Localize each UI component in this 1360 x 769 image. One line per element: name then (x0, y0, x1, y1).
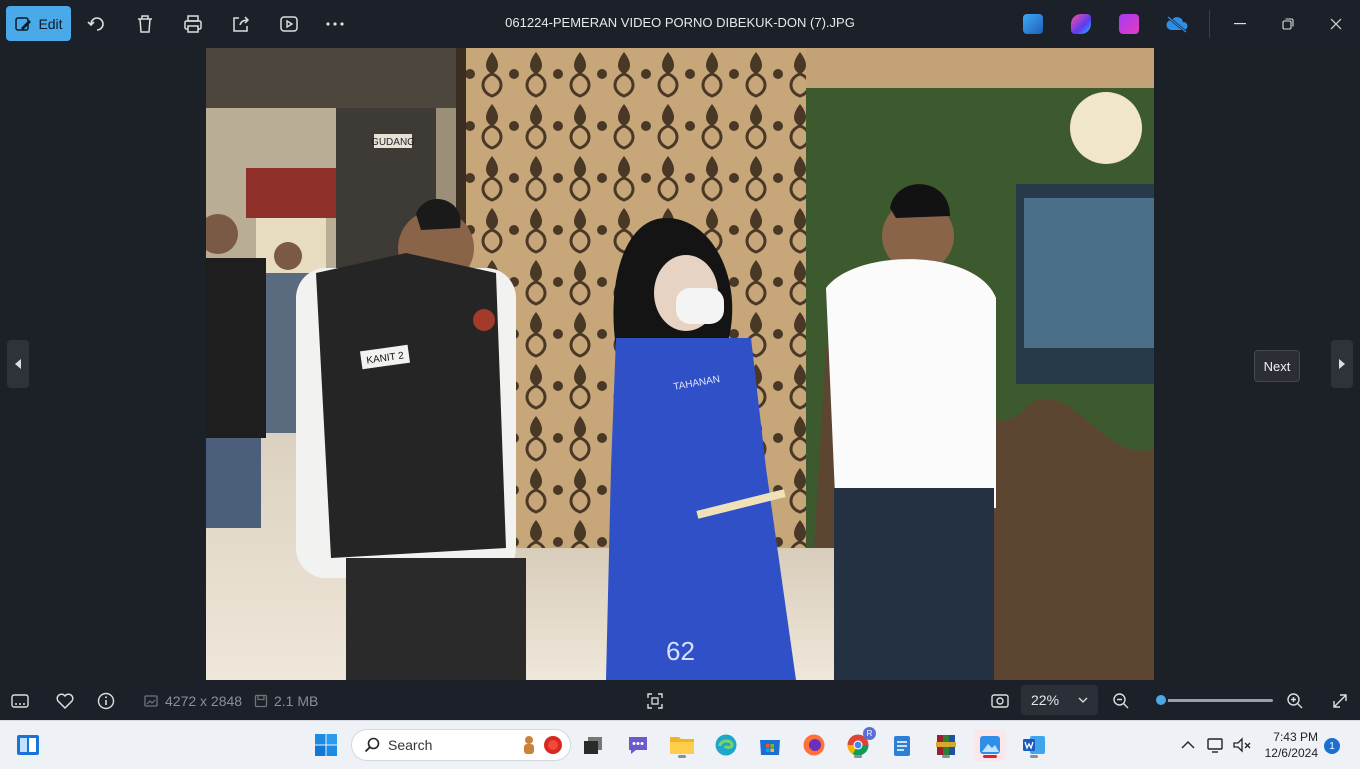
close-icon[interactable] (1324, 12, 1348, 36)
actual-size-icon[interactable] (990, 681, 1010, 720)
favorite-heart-icon[interactable] (55, 681, 75, 720)
full-screen-icon[interactable] (1331, 681, 1349, 720)
file-size: 2.1 MB (274, 692, 319, 709)
task-view-icon[interactable] (577, 729, 609, 761)
edit-button[interactable]: Edit (6, 6, 71, 41)
rotate-icon[interactable] (85, 12, 109, 36)
restore-icon[interactable] (1276, 12, 1300, 36)
filmstrip-icon[interactable] (10, 681, 30, 720)
search-highlight-icon (518, 734, 564, 756)
zoom-value: 22% (1031, 692, 1060, 708)
toolbar-separator (1209, 10, 1210, 38)
photo-editor-icon[interactable] (1023, 14, 1043, 34)
shirt-number: 62 (666, 636, 695, 666)
search-icon (364, 737, 380, 753)
notepad-icon[interactable] (886, 729, 918, 761)
displayed-photo: GUDANG KANIT 2 62 TAHANAN (206, 48, 1154, 680)
info-icon[interactable] (96, 681, 116, 720)
more-options-icon[interactable] (323, 12, 347, 36)
top-toolbar: Edit 061224-PEMERAN VIDEO PORNO DIBEKUK-… (0, 0, 1360, 48)
winrar-icon[interactable] (930, 729, 962, 761)
slideshow-icon[interactable] (277, 12, 301, 36)
active-app-indicator (983, 755, 997, 758)
image-size-icon (144, 694, 158, 707)
filesize-info: 2.1 MB (254, 681, 318, 720)
system-clock[interactable]: 7:43 PM 12/6/2024 (1258, 729, 1318, 761)
clock-date: 12/6/2024 (1264, 746, 1318, 760)
file-title: 061224-PEMERAN VIDEO PORNO DIBEKUK-DON (… (505, 15, 855, 30)
notification-badge[interactable]: 1 (1324, 738, 1340, 754)
running-indicator (678, 755, 686, 758)
status-bar: 4272 x 2848 2.1 MB 22% (0, 681, 1360, 720)
firefox-icon[interactable] (798, 729, 830, 761)
share-icon[interactable] (229, 12, 253, 36)
zoom-dropdown[interactable]: 22% (1021, 685, 1098, 715)
edit-button-label: Edit (38, 15, 63, 32)
search-placeholder: Search (388, 737, 433, 753)
next-tooltip: Next (1254, 350, 1300, 382)
zoom-out-icon[interactable] (1112, 681, 1130, 720)
microsoft-store-icon[interactable] (754, 729, 786, 761)
clock-time: 7:43 PM (1273, 730, 1318, 744)
profile-badge-icon: R (863, 727, 876, 740)
zoom-slider-thumb[interactable] (1153, 693, 1168, 707)
caret-right-icon (1339, 359, 1345, 369)
start-windows-icon[interactable] (310, 729, 342, 761)
next-arrow-button[interactable] (1331, 340, 1353, 388)
word-icon[interactable] (1018, 729, 1050, 761)
zoom-in-icon[interactable] (1286, 681, 1304, 720)
running-indicator (1030, 755, 1038, 758)
fit-to-window-icon[interactable] (646, 681, 664, 720)
edge-browser-icon[interactable] (710, 729, 742, 761)
running-indicator (854, 755, 862, 758)
chat-icon[interactable] (622, 729, 654, 761)
caret-left-icon (15, 359, 21, 369)
minimize-icon[interactable] (1228, 12, 1252, 36)
chrome-icon[interactable]: R (842, 727, 876, 761)
previous-arrow-button[interactable] (7, 340, 29, 388)
delete-icon[interactable] (133, 12, 157, 36)
photo-viewport[interactable]: GUDANG KANIT 2 62 TAHANAN (206, 48, 1154, 680)
photos-app-icon[interactable] (974, 729, 1006, 761)
clipchamp-icon[interactable] (1119, 14, 1139, 34)
print-icon[interactable] (181, 12, 205, 36)
widgets-icon[interactable] (12, 729, 44, 761)
edit-image-icon (15, 16, 32, 31)
onedrive-icon[interactable] (1165, 12, 1189, 36)
gudang-sign: GUDANG (371, 137, 415, 148)
volume-muted-icon[interactable] (1226, 729, 1258, 761)
designer-icon[interactable] (1071, 14, 1091, 34)
image-dimensions: 4272 x 2848 (165, 692, 243, 709)
zoom-slider-track[interactable] (1155, 699, 1273, 702)
chevron-down-icon (1078, 697, 1088, 703)
save-disk-icon (254, 694, 268, 707)
running-indicator (942, 755, 950, 758)
dimensions-info: 4272 x 2848 (143, 681, 242, 720)
windows-taskbar: Search R 7:43 PM 12/6/2024 1 (0, 720, 1360, 769)
taskbar-search-input[interactable]: Search (351, 729, 571, 761)
file-explorer-icon[interactable] (666, 729, 698, 761)
